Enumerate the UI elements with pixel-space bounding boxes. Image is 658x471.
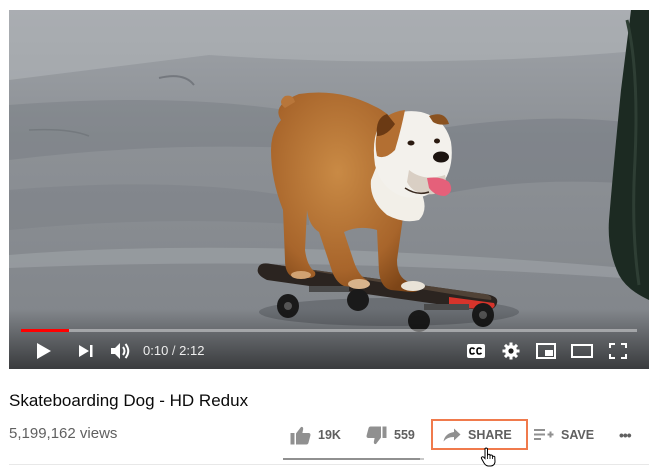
settings-icon — [502, 342, 520, 360]
sentiment-bar — [283, 458, 424, 460]
view-count: 5,199,162 views — [9, 425, 118, 442]
like-button[interactable]: 19K — [290, 420, 341, 450]
more-actions-button[interactable]: ••• — [619, 420, 632, 450]
play-icon — [37, 343, 51, 359]
video-title: Skateboarding Dog - HD Redux — [9, 391, 249, 410]
captions-button[interactable] — [465, 340, 487, 362]
fullscreen-icon — [609, 343, 627, 359]
miniplayer-button[interactable] — [535, 340, 557, 362]
dislike-button[interactable]: 559 — [366, 420, 415, 450]
duration: 2:12 — [179, 343, 205, 358]
progress-played — [21, 329, 70, 332]
like-count: 19K — [318, 428, 341, 442]
time-separator: / — [168, 343, 180, 358]
progress-bar[interactable] — [21, 329, 637, 332]
divider — [9, 464, 649, 465]
play-button[interactable] — [33, 340, 55, 362]
fullscreen-button[interactable] — [607, 340, 629, 362]
current-time: 0:10 — [143, 343, 169, 358]
settings-button[interactable] — [500, 340, 522, 362]
next-icon — [79, 345, 93, 357]
volume-button[interactable] — [109, 340, 133, 362]
time-display: 0:10 / 2:12 — [143, 343, 204, 359]
theater-icon — [571, 344, 593, 358]
save-label: SAVE — [561, 428, 595, 442]
playlist-add-icon — [534, 428, 554, 442]
next-button[interactable] — [75, 340, 97, 362]
miniplayer-icon — [536, 343, 556, 359]
hand-pointer-cursor-icon — [480, 447, 496, 467]
video-player[interactable]: 0:10 / 2:12 — [9, 10, 649, 369]
thumbs-up-icon — [290, 426, 311, 445]
volume-icon — [111, 343, 130, 359]
captions-icon — [467, 344, 485, 358]
dislike-count: 559 — [394, 428, 415, 442]
thumbs-down-icon — [366, 426, 387, 445]
sentiment-like-fill — [283, 458, 420, 460]
share-highlight-box — [431, 419, 528, 450]
theater-mode-button[interactable] — [570, 340, 594, 362]
more-actions-icon: ••• — [619, 427, 632, 443]
save-button[interactable]: SAVE — [534, 420, 594, 450]
